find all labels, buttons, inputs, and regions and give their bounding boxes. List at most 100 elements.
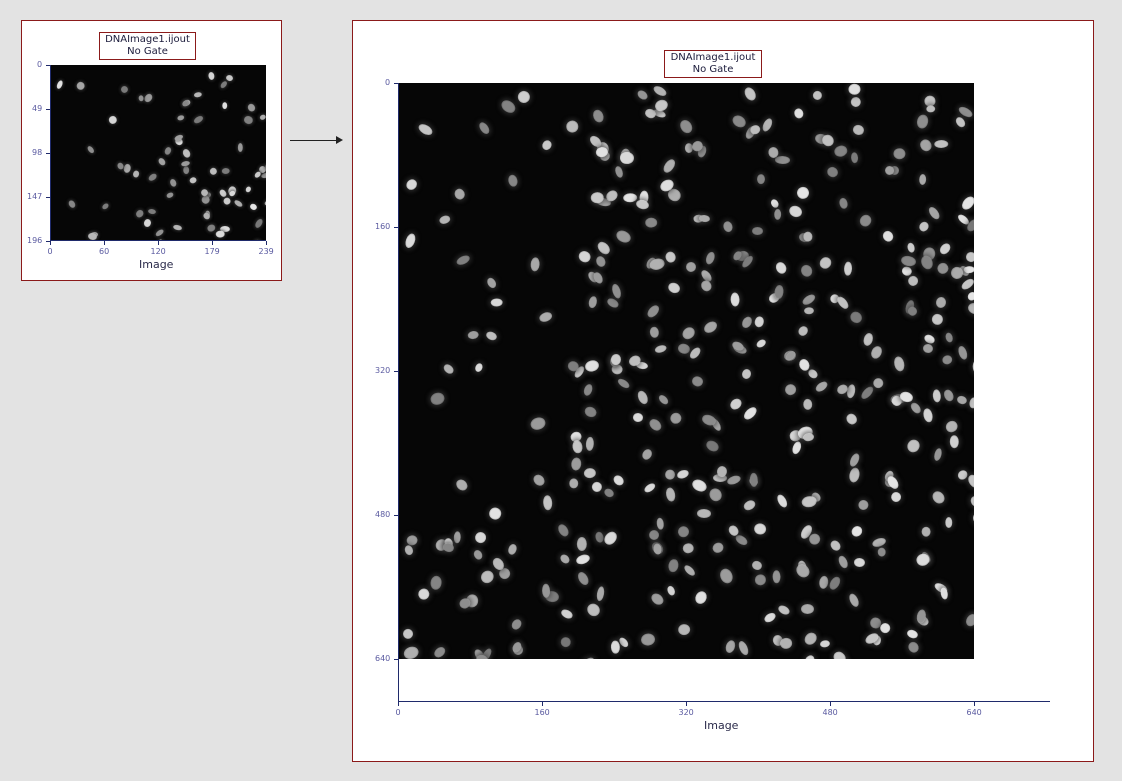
nucleus bbox=[541, 583, 550, 598]
nucleus bbox=[244, 185, 252, 194]
nucleus bbox=[706, 486, 724, 505]
nucleus bbox=[616, 376, 632, 391]
nucleus bbox=[849, 94, 863, 109]
expanded-x-tick bbox=[974, 702, 975, 706]
nucleus bbox=[932, 388, 943, 404]
nucleus bbox=[602, 487, 616, 500]
thumbnail-x-tick bbox=[50, 241, 51, 245]
nucleus bbox=[682, 563, 698, 578]
nucleus bbox=[143, 217, 152, 228]
expanded-y-tick bbox=[394, 83, 398, 84]
nucleus bbox=[843, 261, 853, 276]
expanded-x-axis bbox=[398, 701, 1050, 702]
expanded-plot-panel[interactable]: DNAImage1.ijout No Gate Image 0 160 320 480… bbox=[352, 20, 1094, 762]
nucleus bbox=[472, 548, 485, 562]
nucleus bbox=[691, 374, 705, 388]
thumbnail-x-tick-label: 60 bbox=[99, 247, 110, 256]
thumbnail-x-tick-label: 120 bbox=[150, 247, 166, 256]
thumbnail-x-tick bbox=[104, 241, 105, 245]
nucleus bbox=[917, 137, 934, 154]
nucleus bbox=[751, 227, 763, 235]
nucleus bbox=[798, 262, 814, 279]
nucleus bbox=[415, 586, 431, 602]
thumbnail-x-tick-label: 239 bbox=[258, 247, 274, 256]
nucleus bbox=[101, 202, 111, 211]
nucleus bbox=[968, 396, 974, 409]
nucleus bbox=[453, 530, 462, 544]
nucleus bbox=[54, 79, 64, 91]
nucleus bbox=[499, 97, 518, 116]
nucleus bbox=[935, 261, 951, 276]
thumbnail-y-tick-label: 196 bbox=[27, 236, 43, 245]
nucleus bbox=[964, 290, 974, 304]
nucleus bbox=[756, 174, 765, 185]
thumbnail-plot-panel[interactable]: DNAImage1.ijout No Gate Image 0 49 98 147 19… bbox=[21, 20, 282, 281]
nucleus bbox=[929, 489, 947, 507]
thumbnail-y-tick-label: 0 bbox=[37, 60, 43, 69]
nucleus bbox=[559, 636, 573, 649]
nucleus bbox=[906, 305, 919, 318]
nucleus bbox=[779, 637, 793, 651]
nucleus bbox=[472, 529, 489, 546]
nucleus bbox=[762, 611, 778, 625]
nucleus bbox=[454, 253, 472, 267]
nucleus bbox=[835, 294, 851, 311]
nucleus bbox=[790, 440, 803, 456]
thumbnail-x-tick-label: 0 bbox=[47, 247, 53, 256]
nucleus bbox=[922, 342, 934, 354]
nucleus bbox=[592, 270, 606, 286]
nucleus bbox=[730, 291, 740, 307]
nucleus bbox=[232, 198, 244, 208]
nucleus bbox=[647, 527, 662, 543]
nucleus bbox=[259, 113, 266, 121]
nucleus bbox=[969, 494, 974, 509]
nucleus bbox=[837, 554, 850, 570]
nucleus bbox=[432, 645, 448, 659]
nucleus bbox=[485, 330, 499, 342]
nucleus bbox=[906, 628, 919, 640]
nucleus bbox=[664, 250, 677, 264]
nucleus bbox=[402, 644, 421, 659]
nucleus bbox=[640, 447, 655, 461]
nucleus bbox=[774, 284, 785, 300]
nucleus bbox=[893, 147, 906, 160]
nucleus bbox=[176, 113, 186, 122]
nucleus bbox=[971, 358, 974, 374]
expanded-x-axis-label: Image bbox=[704, 719, 739, 732]
nucleus bbox=[937, 240, 953, 257]
nucleus bbox=[929, 311, 945, 328]
nucleus bbox=[147, 171, 159, 183]
thumbnail-y-tick bbox=[46, 153, 50, 154]
nucleus bbox=[675, 524, 691, 539]
nucleus bbox=[850, 152, 859, 164]
nucleus bbox=[890, 491, 903, 504]
nucleus bbox=[156, 156, 167, 167]
nucleus bbox=[221, 168, 230, 175]
nucleus bbox=[478, 567, 496, 586]
nucleus bbox=[957, 345, 970, 361]
nucleus bbox=[711, 540, 726, 555]
nucleus bbox=[793, 106, 806, 120]
nucleus bbox=[753, 315, 765, 328]
nucleus bbox=[143, 92, 155, 104]
nucleus bbox=[848, 452, 862, 468]
nucleus bbox=[515, 89, 532, 106]
nucleus bbox=[727, 396, 744, 412]
nucleus bbox=[972, 511, 974, 525]
nucleus bbox=[655, 517, 665, 531]
nucleus bbox=[753, 574, 766, 586]
nucleus bbox=[737, 639, 751, 657]
nucleus bbox=[817, 255, 834, 272]
nucleus bbox=[819, 639, 831, 649]
nucleus bbox=[759, 116, 774, 134]
nucleus bbox=[182, 166, 190, 175]
nucleus bbox=[587, 295, 599, 309]
nucleus bbox=[473, 362, 484, 374]
nucleus bbox=[858, 212, 874, 229]
nucleus bbox=[782, 382, 799, 398]
nucleus bbox=[569, 478, 579, 489]
right-arrow-icon bbox=[336, 136, 343, 144]
nucleus bbox=[818, 575, 830, 591]
thumbnail-title-file: DNAImage1.ijout bbox=[105, 34, 190, 45]
nucleus bbox=[750, 473, 759, 488]
